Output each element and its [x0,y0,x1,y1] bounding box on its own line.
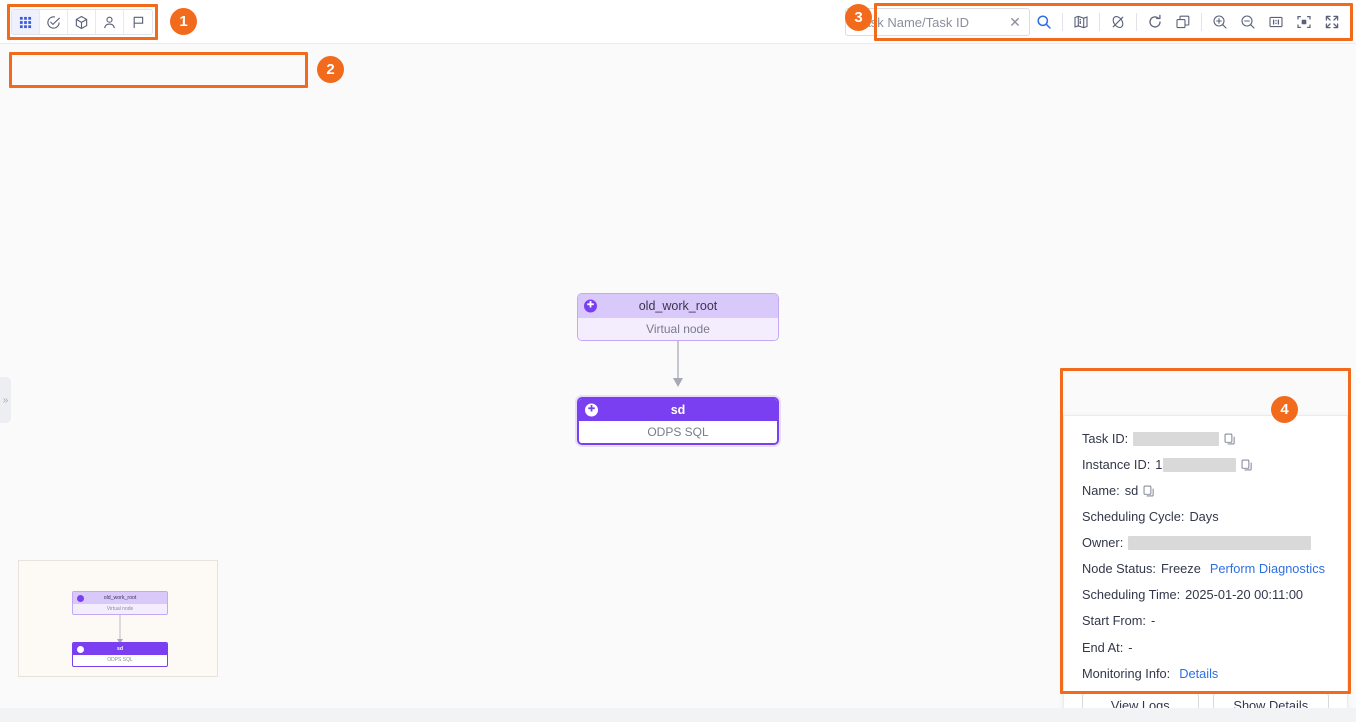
node-status-value: Freeze [1160,561,1201,577]
minimap-node-virtual: old_work_root Virtual node [72,591,168,615]
minimap-node-subtitle: ODPS SQL [107,657,133,663]
hide-edges-icon[interactable] [1104,8,1132,36]
graph-node-sql[interactable]: ✚ sd ODPS SQL [577,397,779,445]
graph-node-subtitle: ODPS SQL [579,421,777,443]
name-label: Name: [1082,483,1120,499]
fullscreen-icon[interactable] [1318,8,1346,36]
annotation-badge-2: 2 [317,56,344,83]
refresh-icon[interactable] [1141,8,1169,36]
graph-node-header: ✚ sd [579,399,777,421]
scheduling-time-value: 2025-01-20 00:11:00 [1185,587,1304,603]
detail-row-start-from: Start From: - [1082,614,1329,628]
graph-node-virtual[interactable]: ✚ old_work_root Virtual node [577,293,779,341]
top-toolbar: ✕ [0,0,1356,44]
zoom-in-icon[interactable] [1206,8,1234,36]
graph-edge [673,339,683,387]
graph-node-title: old_work_root [638,299,718,313]
search-input[interactable] [855,13,1007,31]
start-from-label: Start From: [1082,613,1146,629]
actual-size-icon[interactable] [1262,8,1290,36]
instance-id-label: Instance ID: [1082,457,1151,473]
annotation-badge-1: 1 [170,8,197,35]
minimap-node-title: sd [73,643,167,655]
minimap-node-subtitle: Virtual node [106,606,134,612]
minimap-node-title-text: old_work_root [103,595,137,601]
chevron-right-double-icon: » [2,394,9,406]
layout-icon[interactable] [1169,8,1197,36]
toolbar-divider [1136,13,1137,31]
owner-value-redacted [1128,536,1312,551]
graph-node-subtitle: Virtual node [578,318,778,340]
view-mode-tabs [11,9,153,35]
view-tab-grid[interactable] [12,10,40,34]
instance-id-value: 1 [1155,457,1163,473]
toolbar-divider [1201,13,1202,31]
annotation-badge-4: 4 [1271,396,1298,423]
detail-row-node-status: Node Status: Freeze Perform Diagnostics [1082,562,1329,576]
graph-node-header: ✚ old_work_root [578,294,778,318]
search-icon[interactable] [1030,8,1058,36]
view-tab-status[interactable] [40,10,68,34]
detail-row-monitoring-info: Monitoring Info: Details [1082,665,1329,681]
end-at-label: End At: [1082,639,1124,655]
minimap-node-title-text: sd [116,646,124,652]
detail-row-scheduling-cycle: Scheduling Cycle: Days [1082,510,1329,524]
minimap-node-sql: sd ODPS SQL [72,642,168,667]
monitoring-info-label: Monitoring Info: [1082,665,1171,681]
grid-view-icon [19,16,32,29]
detail-row-task-id: Task ID: [1082,431,1329,447]
map-legend-icon[interactable] [1067,8,1095,36]
copy-name-icon[interactable] [1143,485,1155,497]
toolbar-divider [1062,13,1063,31]
copy-task-id-icon[interactable] [1224,433,1236,445]
owner-label: Owner: [1082,535,1124,551]
task-id-value-redacted [1133,432,1220,447]
end-at-value: - [1128,639,1133,655]
search-cluster: ✕ [845,7,1346,37]
detail-row-scheduling-time: Scheduling Time: 2025-01-20 00:11:00 [1082,588,1329,602]
clear-search-icon[interactable]: ✕ [1007,14,1023,30]
detail-row-instance-id: Instance ID: 1 [1082,457,1329,473]
person-icon [102,15,117,30]
minimap[interactable]: old_work_root Virtual node sd ODPS SQL [18,560,218,677]
lineage-graph-page: ✕ [0,0,1356,722]
search-box[interactable]: ✕ [845,8,1030,36]
perform-diagnostics-link[interactable]: Perform Diagnostics [1210,562,1325,576]
fit-view-icon[interactable] [1290,8,1318,36]
cube-icon [74,15,89,30]
flag-icon [131,15,146,30]
toolbar-divider [1099,13,1100,31]
minimap-node-title: old_work_root [73,592,167,604]
task-id-label: Task ID: [1082,431,1129,446]
minimap-node-dot-icon [77,646,84,653]
copy-instance-id-icon[interactable] [1241,459,1253,471]
view-tab-resource[interactable] [68,10,96,34]
bottom-strip [0,708,1356,722]
zoom-out-icon[interactable] [1234,8,1262,36]
instance-id-value-redacted [1163,458,1237,473]
detail-row-owner: Owner: [1082,535,1329,551]
expand-node-icon[interactable]: ✚ [585,403,598,417]
detail-row-name: Name: sd [1082,484,1329,498]
monitoring-details-link[interactable]: Details [1179,666,1218,681]
scheduling-cycle-value: Days [1189,509,1219,525]
graph-node-title: sd [670,403,686,417]
expand-node-icon[interactable]: ✚ [584,299,597,313]
sidebar-collapse-handle[interactable]: » [0,377,11,423]
scheduling-cycle-label: Scheduling Cycle: [1082,509,1185,525]
node-detail-panel: Task ID: Instance ID: 1 Name: sd Schedul… [1063,415,1348,722]
start-from-value: - [1151,613,1156,629]
view-tab-owner[interactable] [96,10,124,34]
view-tab-flag[interactable] [124,10,152,34]
node-status-label: Node Status: [1082,561,1156,577]
annotation-badge-3: 3 [845,4,872,31]
detail-row-end-at: End At: - [1082,639,1329,655]
name-value: sd [1124,483,1139,499]
graph-canvas[interactable]: » ✚ old_work_root Virtual node ✚ sd ODPS… [0,44,1356,722]
scheduling-time-label: Scheduling Time: [1082,587,1181,603]
minimap-node-dot-icon [77,595,84,602]
check-circle-icon [46,15,61,30]
